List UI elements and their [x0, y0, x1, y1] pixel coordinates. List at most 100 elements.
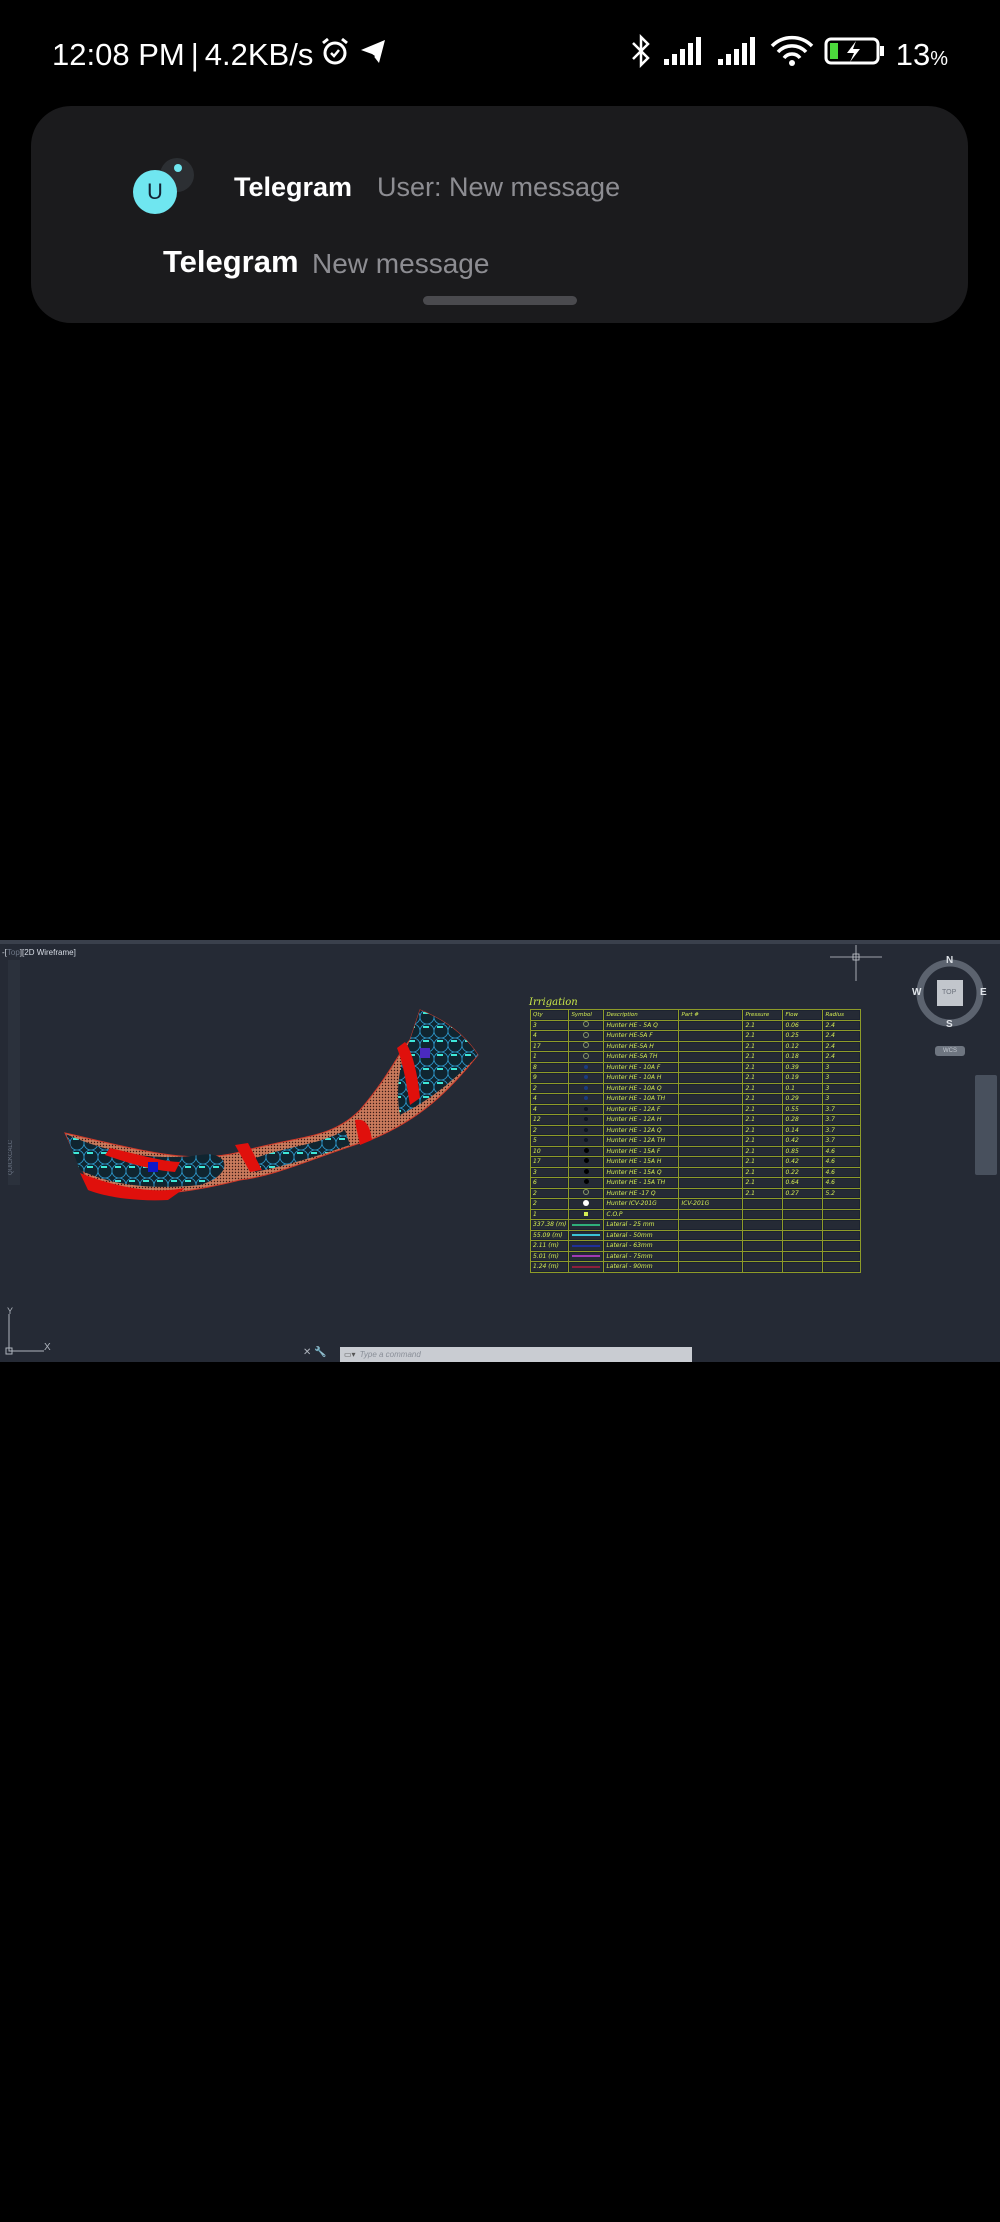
table-row: 2 Hunter ICV-201G ICV-201G: [529, 1198, 862, 1210]
qty-cell: 17: [529, 1040, 570, 1052]
pressure-cell: 2.1: [742, 1093, 784, 1105]
wcs-menu-button[interactable]: WCS: [935, 1046, 965, 1056]
symbol-cell: [568, 1082, 605, 1094]
flow-cell: 0.85: [782, 1145, 824, 1157]
part-cell: [678, 1124, 744, 1136]
pressure-cell: [742, 1261, 784, 1273]
lateral-maroon-line-icon: [572, 1265, 601, 1268]
close-icon[interactable]: ✕: [303, 1347, 311, 1358]
signal-icon: [662, 37, 706, 73]
pressure-cell: 2.1: [742, 1187, 784, 1199]
symbol-cell: [568, 1019, 605, 1031]
symbol-cell: [568, 1124, 605, 1136]
flow-cell: 0.29: [782, 1093, 824, 1105]
desc-cell: Hunter HE - 15A TH: [603, 1177, 680, 1189]
qty-cell: 55.09 (m): [529, 1229, 570, 1241]
desc-cell: Hunter HE - 12A F: [603, 1103, 680, 1115]
qty-cell: 3: [529, 1019, 570, 1031]
desc-cell: Hunter HE-5A H: [603, 1040, 680, 1052]
desc-cell: Hunter HE - 10A Q: [603, 1082, 680, 1094]
part-cell: [678, 1082, 744, 1094]
radius-cell: 3.7: [822, 1114, 862, 1126]
ring-icon: [583, 1189, 590, 1196]
part-cell: [678, 1093, 744, 1105]
symbol-cell: [568, 1040, 605, 1052]
radius-cell: 3: [822, 1072, 862, 1084]
valve-icon: [583, 1199, 590, 1206]
battery-charging-icon: [824, 36, 886, 74]
ring-icon: [583, 1031, 590, 1038]
flow-cell: 0.14: [782, 1124, 824, 1136]
dark-dot-icon: [584, 1106, 589, 1111]
part-cell: [678, 1156, 744, 1168]
desc-cell: Lateral - 25 mm: [603, 1219, 680, 1231]
radius-cell: [822, 1250, 862, 1262]
ring-icon: [583, 1021, 590, 1028]
part-cell: [678, 1250, 744, 1262]
pressure-cell: [742, 1229, 784, 1241]
symbol-cell: [568, 1229, 605, 1241]
symbol-cell: [568, 1145, 605, 1157]
symbol-cell: [568, 1261, 605, 1273]
flow-cell: 0.55: [782, 1103, 824, 1115]
symbol-cell: [568, 1114, 605, 1126]
table-row: 2 Hunter HE -17 Q 2.1 0.27 5.2: [529, 1187, 862, 1199]
flow-cell: 0.42: [782, 1135, 824, 1147]
notification-message: New message: [312, 248, 490, 279]
command-line[interactable]: ▭▾ Type a command: [340, 1347, 692, 1362]
notification-drag-handle[interactable]: [423, 296, 577, 305]
command-history-icon[interactable]: ▭▾: [344, 1350, 356, 1359]
desc-cell: Hunter ICV-201G: [603, 1198, 680, 1210]
notification-card[interactable]: [31, 106, 968, 323]
desc-cell: Hunter HE - 10A F: [603, 1061, 680, 1073]
radius-cell: 3.7: [822, 1103, 862, 1115]
desc-cell: Hunter HE - 15A F: [603, 1145, 680, 1157]
table-row: 2 Hunter HE - 12A Q 2.1 0.14 3.7: [529, 1124, 862, 1136]
flow-cell: 0.06: [782, 1019, 824, 1031]
radius-cell: 3: [822, 1093, 862, 1105]
desc-cell: C.O.P: [603, 1208, 680, 1220]
qty-cell: 1.24 (m): [529, 1261, 570, 1273]
desc-cell: Hunter HE - 12A TH: [603, 1135, 680, 1147]
crosshair-cursor: [830, 945, 882, 986]
irrigation-table-title: Irrigation: [529, 997, 578, 1008]
symbol-cell: [568, 1072, 605, 1084]
avatar: U: [133, 170, 177, 214]
lateral-green-line-icon: [572, 1223, 601, 1226]
desc-cell: Lateral - 75mm: [603, 1250, 680, 1262]
radius-cell: 4.6: [822, 1166, 862, 1178]
viewcube[interactable]: N S E W TOP: [912, 955, 988, 1036]
part-cell: [678, 1187, 744, 1199]
part-cell: ICV-201G: [678, 1198, 744, 1210]
notification-sender: Telegram: [163, 244, 299, 279]
table-row: 17 Hunter HE - 15A H 2.1 0.42 4.6: [529, 1156, 862, 1168]
table-row: 2.11 (m) Lateral - 63mm: [529, 1240, 862, 1252]
command-input[interactable]: Type a command: [360, 1350, 421, 1359]
desc-cell: Hunter HE -17 Q: [603, 1187, 680, 1199]
wrench-icon[interactable]: 🔧: [314, 1347, 326, 1358]
desc-cell: Hunter HE-5A F: [603, 1030, 680, 1042]
pressure-cell: 2.1: [742, 1061, 784, 1073]
radius-cell: 3: [822, 1082, 862, 1094]
desc-cell: Hunter HE - 12A H: [603, 1114, 680, 1126]
pressure-cell: 2.1: [742, 1019, 784, 1031]
pressure-cell: 2.1: [742, 1082, 784, 1094]
qty-cell: 17: [529, 1156, 570, 1168]
flow-cell: [782, 1208, 824, 1220]
qty-cell: 1: [529, 1051, 570, 1063]
table-row: 337.38 (m) Lateral - 25 mm: [529, 1219, 862, 1231]
pressure-cell: 2.1: [742, 1030, 784, 1042]
symbol-cell: [568, 1135, 605, 1147]
flow-cell: 0.39: [782, 1061, 824, 1073]
symbol-cell: [568, 1061, 605, 1073]
navigation-bar[interactable]: [975, 1075, 997, 1175]
part-cell: [678, 1019, 744, 1031]
symbol-cell: [568, 1250, 605, 1262]
radius-cell: [822, 1208, 862, 1220]
table-row: 1 C.O.P: [529, 1208, 862, 1220]
radius-cell: 4.6: [822, 1145, 862, 1157]
pressure-cell: 2.1: [742, 1177, 784, 1189]
part-cell: [678, 1166, 744, 1178]
radius-cell: 2.4: [822, 1019, 862, 1031]
pressure-cell: 2.1: [742, 1040, 784, 1052]
